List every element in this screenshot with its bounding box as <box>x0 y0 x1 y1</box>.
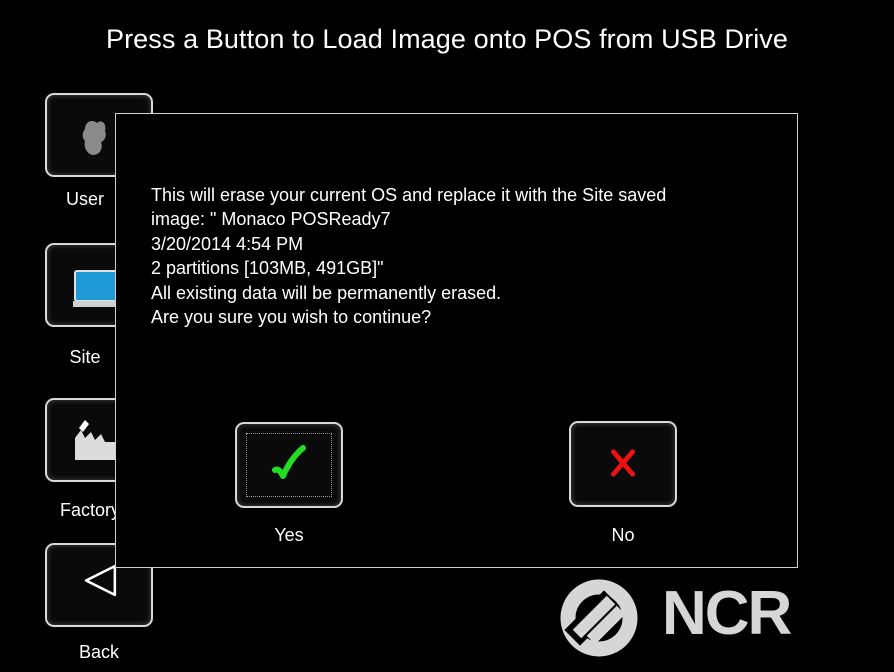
screen: Press a Button to Load Image onto POS fr… <box>0 0 894 672</box>
ncr-wordmark: NCR <box>662 579 792 648</box>
message-line: Are you sure you wish to continue? <box>151 307 432 328</box>
checkmark-icon <box>272 445 306 479</box>
confirm-dialog: This will erase your current OS and repl… <box>115 113 798 568</box>
site-label: Site <box>69 347 101 367</box>
message-line: 3/20/2014 4:54 PM <box>151 233 304 254</box>
message-line: image: " Monaco POSReady7 <box>151 209 391 230</box>
page-title: Press a Button to Load Image onto POS fr… <box>105 24 789 54</box>
back-label: Back <box>78 642 120 662</box>
yes-label: Yes <box>274 525 304 545</box>
x-icon <box>611 449 635 477</box>
no-label: No <box>611 525 635 545</box>
message-line: This will erase your current OS and repl… <box>151 185 667 205</box>
factory-label: Factory <box>60 500 121 520</box>
dialog-message: This will erase your current OS and repl… <box>151 183 781 329</box>
yes-button[interactable] <box>235 422 343 508</box>
message-line: All existing data will be permanently er… <box>151 282 502 303</box>
message-line: 2 partitions [103MB, 491GB]" <box>151 258 384 279</box>
no-button[interactable] <box>569 421 677 507</box>
user-label: User <box>65 189 104 209</box>
